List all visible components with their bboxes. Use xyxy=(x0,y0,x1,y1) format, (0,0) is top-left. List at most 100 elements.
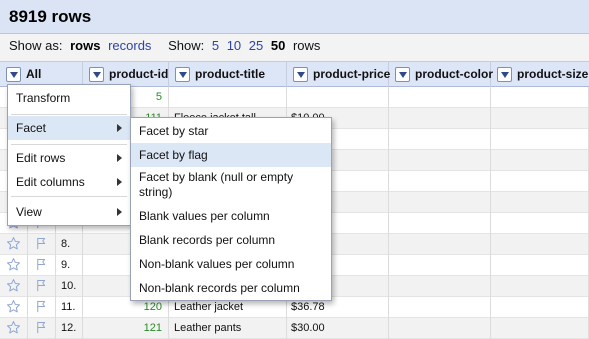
submenu-item-label: Non-blank values per column xyxy=(139,257,295,271)
menu-item-edit-columns[interactable]: Edit columns xyxy=(8,170,130,194)
product-color-cell xyxy=(389,234,491,255)
product-size-cell xyxy=(491,129,589,150)
flag-cell[interactable] xyxy=(28,234,56,255)
submenu-item-label: Facet by flag xyxy=(139,148,208,162)
page-size-50[interactable]: 50 xyxy=(271,38,285,53)
submenu-item-blank-values[interactable]: Blank values per column xyxy=(131,204,331,228)
product-size-cell xyxy=(491,276,589,297)
product-size-cell xyxy=(491,108,589,129)
dropdown-arrow-icon[interactable] xyxy=(175,67,190,82)
product-size-cell xyxy=(491,213,589,234)
submenu-item-facet-by-blank[interactable]: Facet by blank (null or empty string) xyxy=(131,167,331,203)
product-color-cell xyxy=(389,150,491,171)
column-header-product-price: product-price xyxy=(287,62,390,87)
show-as-records[interactable]: records xyxy=(108,38,151,53)
menu-item-edit-rows[interactable]: Edit rows xyxy=(8,146,130,170)
menu-item-transform[interactable]: Transform xyxy=(8,86,130,110)
flag-cell[interactable] xyxy=(28,318,56,339)
show-as-rows[interactable]: rows xyxy=(70,38,100,53)
column-label-product-size: product-size xyxy=(517,67,589,81)
flag-icon[interactable] xyxy=(34,257,49,272)
dropdown-arrow-icon[interactable] xyxy=(6,67,21,82)
product-size-cell xyxy=(491,171,589,192)
row-number: 11. xyxy=(56,297,83,318)
submenu-item-facet-by-flag[interactable]: Facet by flag xyxy=(131,143,331,167)
view-options-bar: Show as: rows records Show: 5 10 25 50 r… xyxy=(0,34,589,61)
menu-item-facet[interactable]: Facet xyxy=(8,116,130,140)
submenu-item-label: Blank values per column xyxy=(139,209,270,223)
product-color-cell xyxy=(389,171,491,192)
dropdown-arrow-icon[interactable] xyxy=(497,67,512,82)
all-column-menu: Transform Facet Edit rows Edit columns V… xyxy=(7,84,131,226)
dropdown-arrow-icon[interactable] xyxy=(395,67,410,82)
product-color-cell xyxy=(389,318,491,339)
column-header-product-size: product-size xyxy=(491,62,589,87)
submenu-item-facet-by-star[interactable]: Facet by star xyxy=(131,119,331,143)
flag-icon[interactable] xyxy=(34,299,49,314)
submenu-arrow-icon xyxy=(117,178,122,186)
dropdown-arrow-icon[interactable] xyxy=(89,67,104,82)
menu-item-view[interactable]: View xyxy=(8,200,130,224)
show-as-label: Show as: xyxy=(9,38,63,53)
menu-separator xyxy=(11,114,127,115)
submenu-item-label: Non-blank records per column xyxy=(139,281,300,295)
product-size-cell xyxy=(491,150,589,171)
product-color-cell xyxy=(389,108,491,129)
flag-cell[interactable] xyxy=(28,255,56,276)
flag-icon[interactable] xyxy=(34,278,49,293)
menu-item-label: View xyxy=(16,205,42,219)
row-number: 9. xyxy=(56,255,83,276)
flag-cell[interactable] xyxy=(28,276,56,297)
submenu-arrow-icon xyxy=(117,154,122,162)
star-cell[interactable] xyxy=(0,234,28,255)
product-color-cell xyxy=(389,276,491,297)
star-icon[interactable] xyxy=(6,320,21,335)
submenu-arrow-icon xyxy=(117,124,122,132)
product-size-cell xyxy=(491,192,589,213)
facet-submenu: Facet by star Facet by flag Facet by bla… xyxy=(130,117,332,301)
flag-icon[interactable] xyxy=(34,236,49,251)
submenu-item-label: Blank records per column xyxy=(139,233,276,247)
product-color-cell xyxy=(389,192,491,213)
star-icon[interactable] xyxy=(6,236,21,251)
star-cell[interactable] xyxy=(0,255,28,276)
product-color-cell xyxy=(389,129,491,150)
menu-item-label: Edit rows xyxy=(16,151,66,165)
product-size-cell xyxy=(491,234,589,255)
product-price-cell: $30.00 xyxy=(287,318,389,339)
column-header-product-title: product-title xyxy=(169,62,287,87)
product-color-cell xyxy=(389,297,491,318)
show-label: Show: xyxy=(168,38,205,53)
star-icon[interactable] xyxy=(6,299,21,314)
column-label-product-color: product-color xyxy=(415,67,493,81)
product-color-cell xyxy=(389,213,491,234)
dropdown-arrow-icon[interactable] xyxy=(293,67,308,82)
product-color-cell xyxy=(389,255,491,276)
star-icon[interactable] xyxy=(6,278,21,293)
page-size-25[interactable]: 25 xyxy=(249,38,263,53)
flag-icon[interactable] xyxy=(34,320,49,335)
submenu-item-nonblank-values[interactable]: Non-blank values per column xyxy=(131,252,331,276)
row-number: 8. xyxy=(56,234,83,255)
star-cell[interactable] xyxy=(0,297,28,318)
product-size-cell xyxy=(491,255,589,276)
star-cell[interactable] xyxy=(0,276,28,297)
submenu-item-blank-records[interactable]: Blank records per column xyxy=(131,228,331,252)
row-count: 8919 rows xyxy=(9,7,92,26)
column-label-product-title: product-title xyxy=(195,67,265,81)
submenu-item-nonblank-records[interactable]: Non-blank records per column xyxy=(131,276,331,300)
star-icon[interactable] xyxy=(6,257,21,272)
product-price-cell xyxy=(287,87,389,108)
product-title-cell xyxy=(169,87,287,108)
project-header: 8919 rows xyxy=(0,0,589,34)
menu-separator xyxy=(11,144,127,145)
submenu-item-label: Facet by blank (null or empty string) xyxy=(139,170,294,199)
menu-item-label: Facet xyxy=(16,121,47,135)
star-cell[interactable] xyxy=(0,318,28,339)
flag-cell[interactable] xyxy=(28,297,56,318)
page-size-5[interactable]: 5 xyxy=(212,38,219,53)
product-title-cell: Leather pants xyxy=(169,318,287,339)
column-header-product-color: product-color xyxy=(389,62,493,87)
menu-separator xyxy=(11,196,127,197)
page-size-10[interactable]: 10 xyxy=(227,38,241,53)
